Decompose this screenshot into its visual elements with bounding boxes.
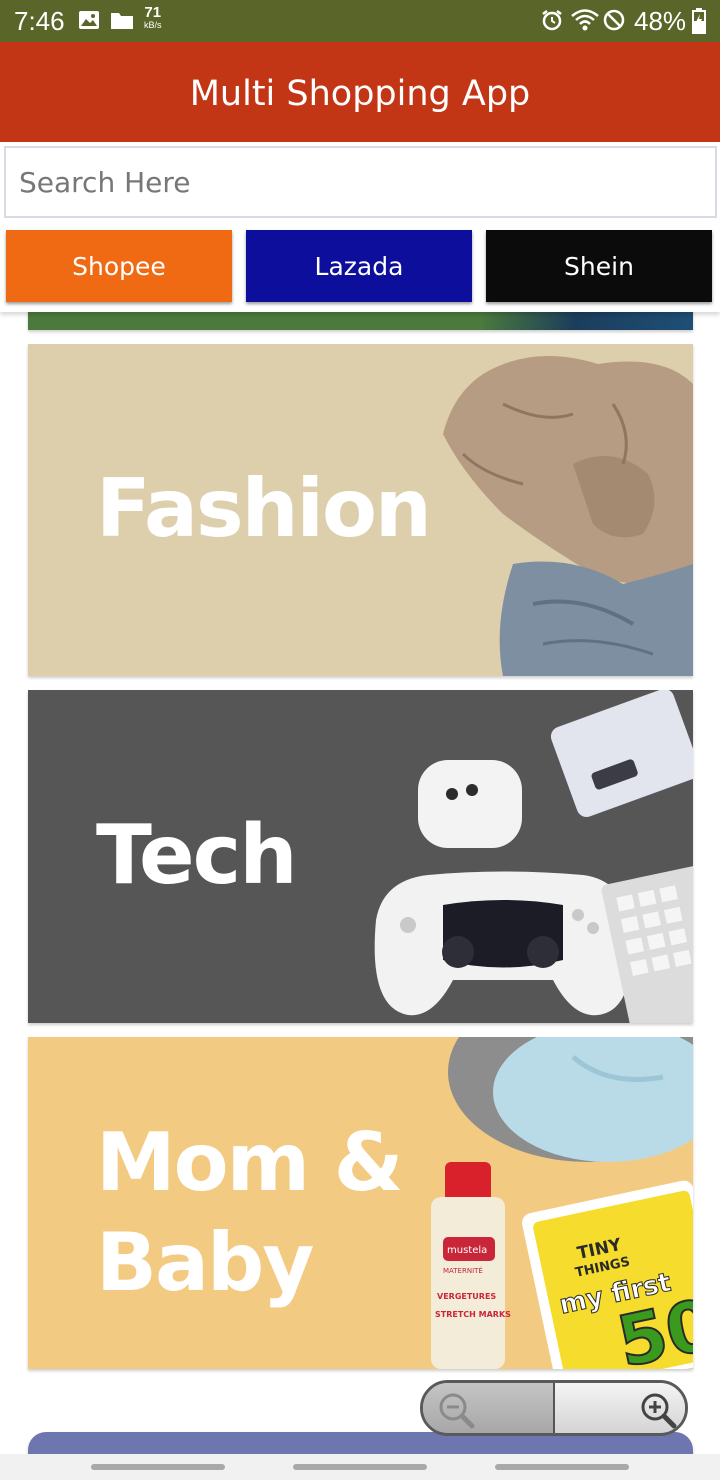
battery-percent: 48% (634, 6, 687, 36)
tech-banner[interactable]: Tech (28, 690, 693, 1023)
image-icon (79, 11, 99, 29)
bottle-line-3: STRETCH MARKS (435, 1310, 511, 1319)
app-bar: Multi Shopping App (0, 42, 720, 142)
status-bar: 7:46 71 kB/s 48% (0, 0, 720, 42)
zoom-in-icon (641, 1393, 677, 1429)
nav-home-button[interactable] (293, 1464, 427, 1470)
banner-partial-top-art (483, 312, 693, 330)
book-icon: TINY THINGS my first 50 (522, 1180, 693, 1369)
zoom-out-icon (439, 1393, 475, 1429)
clothes-image (443, 356, 693, 676)
banner-partial-top[interactable] (28, 312, 693, 330)
search-panel: Shopee Lazada Shein (0, 142, 720, 312)
baby-products-image: TINY THINGS my first 50 mustela MATERNIT… (431, 1037, 693, 1369)
shopee-button[interactable]: Shopee (6, 230, 232, 302)
fashion-banner[interactable]: Fashion (28, 344, 693, 676)
screen: 7:46 71 kB/s 48% Multi Shopping App Sear… (0, 0, 720, 1480)
zoom-in-button[interactable] (555, 1383, 685, 1433)
wifi-icon (571, 9, 599, 31)
folder-icon (111, 13, 133, 29)
mom-baby-banner[interactable]: TINY THINGS my first 50 mustela MATERNIT… (28, 1037, 693, 1369)
battery-charging-icon (692, 8, 706, 34)
bottle-line-2: VERGETURES (437, 1292, 496, 1301)
lotion-bottle-icon: mustela MATERNITÉ VERGETURES STRETCH MAR… (431, 1162, 511, 1369)
lazada-button[interactable]: Lazada (246, 230, 472, 302)
shein-button[interactable]: Shein (486, 230, 712, 302)
zoom-control (420, 1380, 688, 1436)
search-input[interactable] (4, 146, 717, 218)
category-banner-list[interactable]: Fashion Tech TINY THINGS my first 50 mus… (0, 312, 720, 1480)
bottle-brand: mustela (447, 1245, 487, 1256)
nav-back-button[interactable] (495, 1464, 629, 1470)
zoom-out-button[interactable] (423, 1383, 555, 1433)
status-time: 7:46 (14, 6, 65, 36)
gadgets-image (374, 690, 693, 1023)
fashion-banner-label: Fashion (96, 462, 432, 555)
phone-icon (550, 690, 693, 818)
tech-banner-label: Tech (96, 808, 298, 903)
net-speed-unit: kB/s (144, 20, 162, 30)
bottle-line-1: MATERNITÉ (443, 1266, 483, 1275)
do-not-disturb-icon (603, 9, 625, 31)
nav-recents-button[interactable] (91, 1464, 225, 1470)
gamepad-icon (374, 871, 632, 1016)
alarm-icon (542, 10, 562, 31)
mom-baby-banner-label: Mom & Baby (96, 1116, 404, 1309)
app-title: Multi Shopping App (189, 74, 531, 114)
net-speed: 71 kB/s (144, 5, 162, 32)
navigation-bar (0, 1454, 720, 1480)
